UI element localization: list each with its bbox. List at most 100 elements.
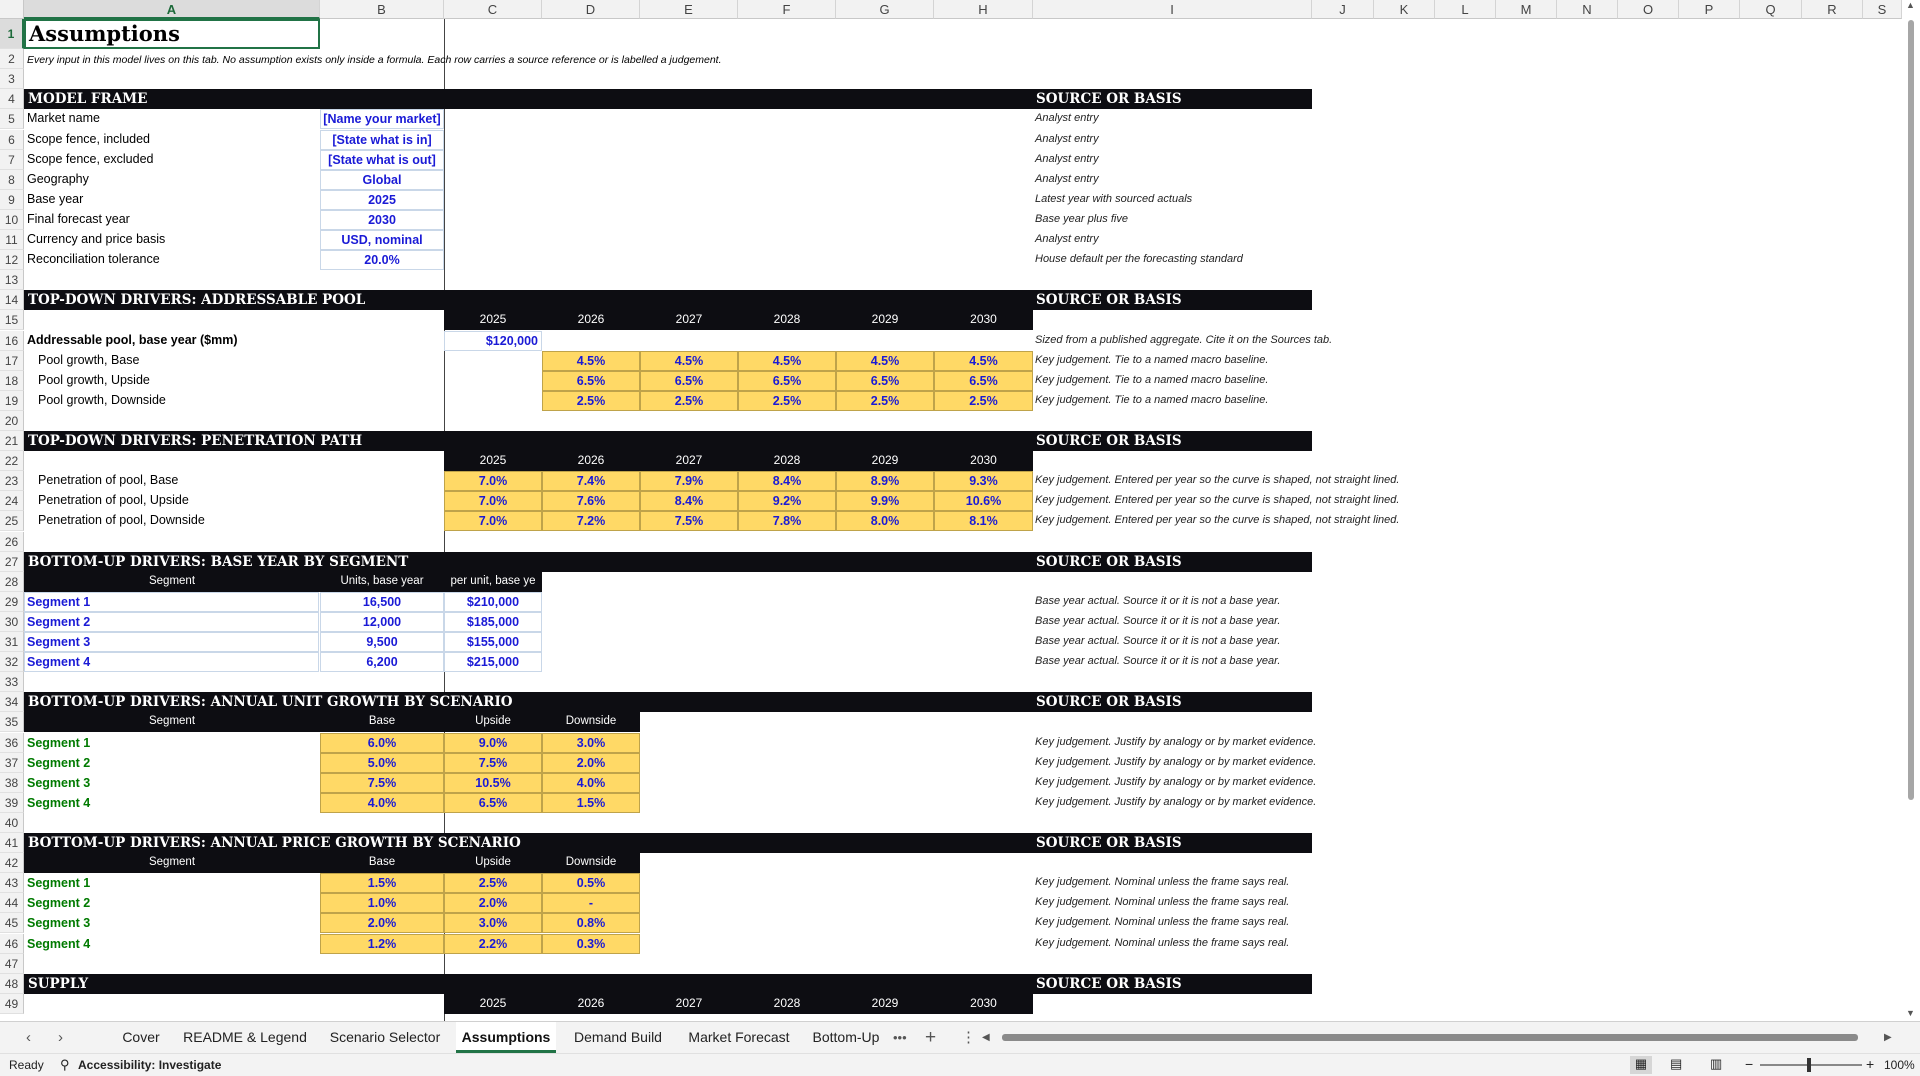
price-growth-input[interactable]: 2.0% (320, 913, 444, 934)
row-header-16[interactable]: 16 (0, 330, 24, 351)
row-header-11[interactable]: 11 (0, 230, 24, 251)
row-header-1[interactable]: 1 (0, 19, 24, 49)
column-header-d[interactable]: D (542, 0, 640, 19)
unit-growth-input[interactable]: 4.0% (542, 772, 640, 793)
column-header-s[interactable]: S (1863, 0, 1902, 19)
sheet-tab-scenario-selector[interactable]: Scenario Selector (320, 1022, 450, 1053)
zoom-slider[interactable] (1760, 1058, 1862, 1072)
unit-growth-input[interactable]: 10.5% (444, 772, 542, 793)
unit-growth-input[interactable]: 2.0% (542, 752, 640, 773)
hscroll-left-icon[interactable]: ◀ (982, 1022, 990, 1053)
row-header-35[interactable]: 35 (0, 712, 24, 733)
price-growth-segment[interactable]: Segment 1 (24, 873, 319, 893)
add-sheet-icon[interactable]: + (925, 1022, 936, 1053)
penetration-input[interactable]: 8.1% (934, 511, 1033, 532)
pool-growth-input[interactable]: 2.5% (738, 390, 836, 411)
bu-base-units-input[interactable]: 6,200 (320, 652, 444, 673)
column-header-m[interactable]: M (1496, 0, 1557, 19)
row-header-38[interactable]: 38 (0, 772, 24, 793)
sheet-title-cell[interactable]: Assumptions (24, 19, 320, 49)
zoom-slider-thumb[interactable] (1807, 1058, 1811, 1072)
row-header-44[interactable]: 44 (0, 893, 24, 914)
penetration-input[interactable]: 8.9% (836, 471, 934, 492)
zoom-level[interactable]: 100% (1884, 1058, 1915, 1072)
row-header-43[interactable]: 43 (0, 873, 24, 894)
zoom-out-icon[interactable]: − (1745, 1056, 1753, 1072)
unit-growth-input[interactable]: 4.0% (320, 792, 444, 813)
pool-growth-input[interactable]: 6.5% (640, 370, 738, 391)
column-header-o[interactable]: O (1618, 0, 1679, 19)
unit-growth-input[interactable]: 7.5% (444, 752, 542, 773)
sheet-tab-readme-legend[interactable]: README & Legend (176, 1022, 314, 1053)
model-frame-input[interactable]: [State what is out] (320, 149, 444, 170)
unit-growth-segment[interactable]: Segment 4 (24, 793, 319, 813)
column-header-j[interactable]: J (1312, 0, 1374, 19)
model-frame-input[interactable]: 2030 (320, 209, 444, 230)
accessibility-icon[interactable]: ⚲ (60, 1057, 70, 1073)
pool-growth-input[interactable]: 2.5% (934, 390, 1033, 411)
select-all-corner[interactable] (0, 0, 24, 19)
row-header-47[interactable]: 47 (0, 953, 24, 974)
row-header-8[interactable]: 8 (0, 169, 24, 190)
sheet-tab-market-forecast[interactable]: Market Forecast (680, 1022, 798, 1053)
row-header-48[interactable]: 48 (0, 973, 24, 994)
penetration-input[interactable]: 7.2% (542, 511, 640, 532)
hscroll-right-icon[interactable]: ▶ (1884, 1022, 1892, 1053)
column-header-p[interactable]: P (1679, 0, 1740, 19)
penetration-input[interactable]: 7.0% (444, 511, 542, 532)
penetration-input[interactable]: 7.5% (640, 511, 738, 532)
sheet-options-icon[interactable]: ⋮ (961, 1022, 976, 1053)
column-header-g[interactable]: G (836, 0, 934, 19)
price-growth-input[interactable]: 3.0% (444, 913, 542, 934)
pool-growth-input[interactable]: 6.5% (738, 370, 836, 391)
sheet-tab-cover[interactable]: Cover (108, 1022, 174, 1053)
row-header-28[interactable]: 28 (0, 571, 24, 592)
penetration-input[interactable]: 7.0% (444, 491, 542, 512)
sheet-tab-bottom-up[interactable]: Bottom-Up (806, 1022, 886, 1053)
pool-growth-input[interactable]: 2.5% (542, 390, 640, 411)
unit-growth-input[interactable]: 1.5% (542, 792, 640, 813)
model-frame-input[interactable]: USD, nominal (320, 230, 444, 251)
pool-growth-input[interactable]: 2.5% (640, 390, 738, 411)
row-header-2[interactable]: 2 (0, 49, 24, 70)
row-header-14[interactable]: 14 (0, 290, 24, 311)
penetration-input[interactable]: 7.0% (444, 471, 542, 492)
bu-base-price-input[interactable]: $215,000 (444, 652, 542, 673)
row-header-18[interactable]: 18 (0, 370, 24, 391)
row-header-32[interactable]: 32 (0, 652, 24, 673)
bu-base-segment[interactable]: Segment 1 (24, 591, 319, 612)
model-frame-input[interactable]: [State what is in] (320, 129, 444, 150)
row-header-4[interactable]: 4 (0, 89, 24, 110)
pool-growth-input[interactable]: 2.5% (836, 390, 934, 411)
row-header-29[interactable]: 29 (0, 591, 24, 612)
bu-base-units-input[interactable]: 16,500 (320, 591, 444, 612)
pool-growth-input[interactable]: 4.5% (640, 350, 738, 371)
row-header-49[interactable]: 49 (0, 993, 24, 1014)
price-growth-segment[interactable]: Segment 4 (24, 934, 319, 954)
unit-growth-input[interactable]: 7.5% (320, 772, 444, 793)
row-header-22[interactable]: 22 (0, 451, 24, 472)
column-header-n[interactable]: N (1557, 0, 1618, 19)
price-growth-input[interactable]: 2.0% (444, 893, 542, 914)
bu-base-units-input[interactable]: 12,000 (320, 611, 444, 632)
row-header-33[interactable]: 33 (0, 672, 24, 693)
row-header-41[interactable]: 41 (0, 833, 24, 854)
penetration-input[interactable]: 7.4% (542, 471, 640, 492)
scroll-down-icon[interactable]: ▼ (1906, 1008, 1915, 1018)
row-header-10[interactable]: 10 (0, 209, 24, 230)
price-growth-input[interactable]: 1.5% (320, 873, 444, 894)
vertical-scrollbar[interactable]: ▲ ▼ (1902, 0, 1920, 1021)
spreadsheet-grid[interactable]: ABCDEFGHIJKLMNOPQRS 1 2 3 4 5 6 7 8 9 10 11 12 13 14 1… (0, 0, 1920, 1021)
horizontal-scrollbar[interactable] (990, 1030, 1880, 1044)
row-header-6[interactable]: 6 (0, 129, 24, 150)
row-header-21[interactable]: 21 (0, 431, 24, 452)
pool-growth-input[interactable]: 4.5% (738, 350, 836, 371)
row-header-27[interactable]: 27 (0, 551, 24, 572)
pool-growth-input[interactable]: 4.5% (836, 350, 934, 371)
tab-next-icon[interactable]: › (58, 1022, 63, 1053)
pool-growth-input[interactable]: 6.5% (836, 370, 934, 391)
unit-growth-segment[interactable]: Segment 2 (24, 753, 319, 773)
pool-growth-input[interactable]: 4.5% (934, 350, 1033, 371)
penetration-input[interactable]: 7.6% (542, 491, 640, 512)
penetration-input[interactable]: 8.4% (738, 471, 836, 492)
